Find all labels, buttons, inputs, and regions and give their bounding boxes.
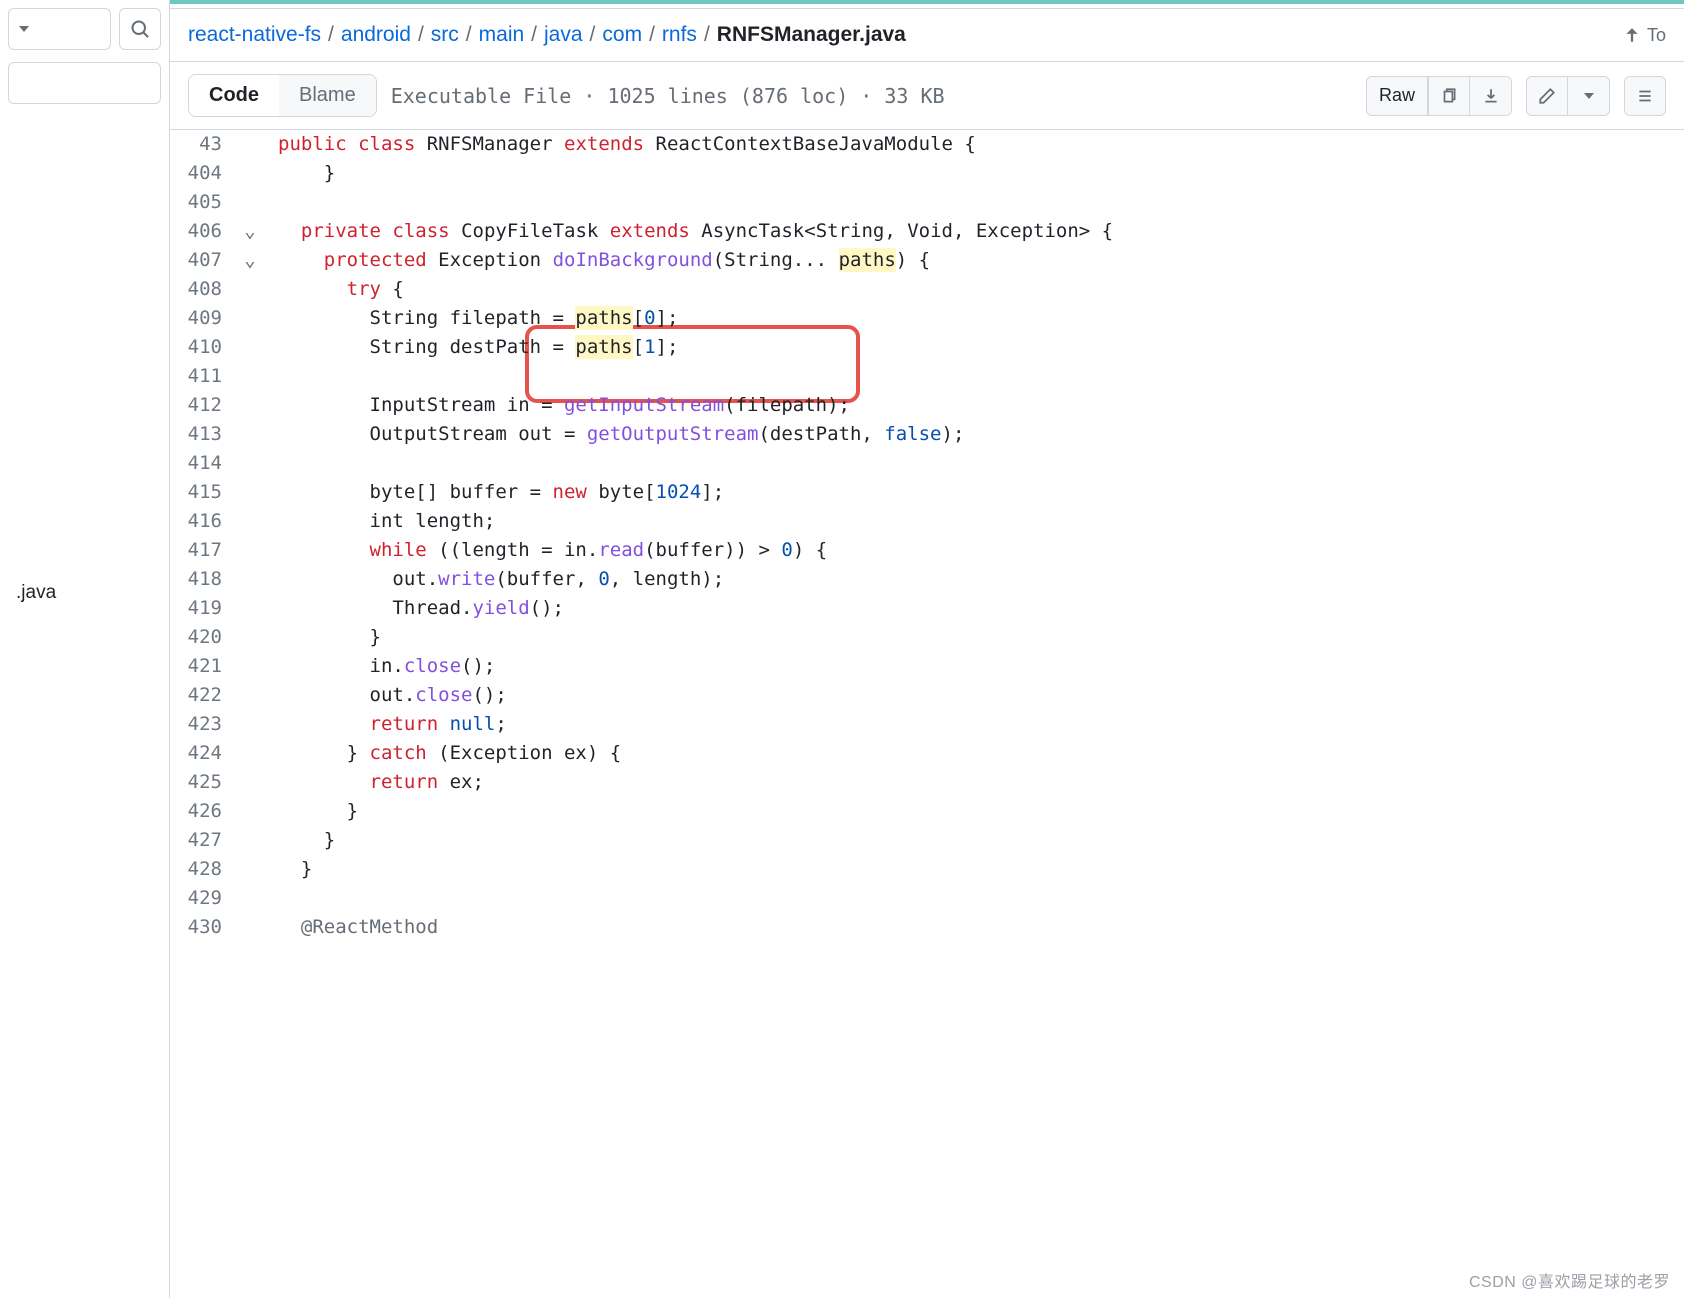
code-line[interactable]: } bbox=[260, 623, 1684, 652]
line-number[interactable]: 405 bbox=[170, 188, 240, 217]
breadcrumb-part[interactable]: main bbox=[479, 23, 525, 47]
tab-blame[interactable]: Blame bbox=[279, 75, 376, 116]
code-line[interactable]: } bbox=[260, 826, 1684, 855]
line-number[interactable]: 408 bbox=[170, 275, 240, 304]
copy-button[interactable] bbox=[1428, 76, 1470, 116]
code-line[interactable]: int length; bbox=[260, 507, 1684, 536]
code-area[interactable]: 43 public class RNFSManager extends React… bbox=[170, 130, 1684, 1298]
line-number[interactable]: 423 bbox=[170, 710, 240, 739]
breadcrumb-root[interactable]: react-native-fs bbox=[188, 23, 321, 47]
line-number[interactable]: 415 bbox=[170, 478, 240, 507]
code-line[interactable] bbox=[260, 362, 1684, 391]
code-line[interactable]: private class CopyFileTask extends Async… bbox=[260, 217, 1684, 246]
code-line[interactable]: } bbox=[260, 855, 1684, 884]
line-number[interactable]: 418 bbox=[170, 565, 240, 594]
line-number[interactable]: 413 bbox=[170, 420, 240, 449]
line-number[interactable]: 407 bbox=[170, 246, 240, 275]
code-line[interactable]: InputStream in = getInputStream(filepath… bbox=[260, 391, 1684, 420]
breadcrumb-part[interactable]: rnfs bbox=[662, 23, 697, 47]
line-number[interactable]: 410 bbox=[170, 333, 240, 362]
code-line[interactable]: in.close(); bbox=[260, 652, 1684, 681]
line-number[interactable]: 421 bbox=[170, 652, 240, 681]
code-line[interactable]: try { bbox=[260, 275, 1684, 304]
code-line[interactable]: OutputStream out = getOutputStream(destP… bbox=[260, 420, 1684, 449]
top-link[interactable]: To bbox=[1623, 25, 1666, 46]
breadcrumb-part[interactable]: com bbox=[602, 23, 642, 47]
edit-dropdown[interactable] bbox=[1568, 76, 1610, 116]
download-icon bbox=[1482, 87, 1500, 105]
branch-dropdown[interactable] bbox=[8, 8, 111, 50]
tab-code[interactable]: Code bbox=[189, 75, 279, 116]
code-line[interactable]: protected Exception doInBackground(Strin… bbox=[260, 246, 1684, 275]
raw-button[interactable]: Raw bbox=[1366, 76, 1428, 116]
line-number[interactable]: 426 bbox=[170, 797, 240, 826]
code-table: 43 public class RNFSManager extends React… bbox=[170, 130, 1684, 942]
code-line[interactable]: out.write(buffer, 0, length); bbox=[260, 565, 1684, 594]
line-number[interactable]: 424 bbox=[170, 739, 240, 768]
search-button[interactable] bbox=[119, 8, 161, 50]
view-tabs: Code Blame bbox=[188, 74, 377, 117]
breadcrumb-part[interactable]: java bbox=[544, 23, 583, 47]
line-number[interactable]: 404 bbox=[170, 159, 240, 188]
watermark: CSDN @喜欢踢足球的老罗 bbox=[1469, 1268, 1670, 1292]
code-line[interactable]: } catch (Exception ex) { bbox=[260, 739, 1684, 768]
breadcrumb: react-native-fs/ android/ src/ main/ jav… bbox=[188, 23, 906, 47]
line-number[interactable]: 406 bbox=[170, 217, 240, 246]
copy-icon bbox=[1440, 87, 1458, 105]
top-accent bbox=[170, 0, 1684, 4]
fold-chevron-icon[interactable]: ⌄ bbox=[240, 217, 260, 246]
code-line[interactable]: byte[] buffer = new byte[1024]; bbox=[260, 478, 1684, 507]
code-line[interactable] bbox=[260, 449, 1684, 478]
toolbar: Code Blame Executable File · 1025 lines … bbox=[170, 62, 1684, 130]
edit-button[interactable] bbox=[1526, 76, 1568, 116]
code-line[interactable] bbox=[260, 884, 1684, 913]
code-line[interactable]: @ReactMethod bbox=[260, 913, 1684, 942]
line-number[interactable]: 422 bbox=[170, 681, 240, 710]
search-icon bbox=[130, 19, 150, 39]
line-number[interactable]: 43 bbox=[170, 130, 240, 159]
code-line[interactable]: out.close(); bbox=[260, 681, 1684, 710]
code-line[interactable]: Thread.yield(); bbox=[260, 594, 1684, 623]
line-number[interactable]: 412 bbox=[170, 391, 240, 420]
line-number[interactable]: 417 bbox=[170, 536, 240, 565]
code-line[interactable]: String destPath = paths[1]; bbox=[260, 333, 1684, 362]
fold-chevron-icon[interactable]: ⌄ bbox=[240, 246, 260, 275]
list-icon bbox=[1636, 87, 1654, 105]
symbols-button[interactable] bbox=[1624, 76, 1666, 116]
pencil-icon bbox=[1538, 87, 1556, 105]
code-line[interactable]: public class RNFSManager extends ReactCo… bbox=[260, 130, 1684, 159]
code-line[interactable]: while ((length = in.read(buffer)) > 0) { bbox=[260, 536, 1684, 565]
download-button[interactable] bbox=[1470, 76, 1512, 116]
arrow-up-icon bbox=[1623, 26, 1641, 44]
line-number[interactable]: 420 bbox=[170, 623, 240, 652]
code-line[interactable]: return ex; bbox=[260, 768, 1684, 797]
code-line[interactable] bbox=[260, 188, 1684, 217]
file-meta: Executable File · 1025 lines (876 loc) ·… bbox=[391, 84, 945, 108]
chevron-down-icon bbox=[19, 26, 29, 32]
line-number[interactable]: 416 bbox=[170, 507, 240, 536]
line-number[interactable]: 429 bbox=[170, 884, 240, 913]
line-number[interactable]: 428 bbox=[170, 855, 240, 884]
breadcrumb-file: RNFSManager.java bbox=[717, 23, 906, 47]
code-line[interactable]: return null; bbox=[260, 710, 1684, 739]
line-number[interactable]: 414 bbox=[170, 449, 240, 478]
line-number[interactable]: 409 bbox=[170, 304, 240, 333]
topbar: react-native-fs/ android/ src/ main/ jav… bbox=[170, 8, 1684, 62]
code-line[interactable]: String filepath = paths[0]; bbox=[260, 304, 1684, 333]
line-number[interactable]: 419 bbox=[170, 594, 240, 623]
sidebar: .java bbox=[0, 0, 170, 1298]
line-number[interactable]: 427 bbox=[170, 826, 240, 855]
line-number[interactable]: 411 bbox=[170, 362, 240, 391]
sidebar-file-item[interactable]: .java bbox=[8, 572, 161, 614]
code-line[interactable]: } bbox=[260, 159, 1684, 188]
breadcrumb-part[interactable]: android bbox=[341, 23, 411, 47]
line-number[interactable]: 425 bbox=[170, 768, 240, 797]
code-line[interactable]: } bbox=[260, 797, 1684, 826]
chevron-down-icon bbox=[1584, 93, 1594, 99]
line-number[interactable]: 430 bbox=[170, 913, 240, 942]
sidebar-input[interactable] bbox=[8, 62, 161, 104]
breadcrumb-part[interactable]: src bbox=[431, 23, 459, 47]
